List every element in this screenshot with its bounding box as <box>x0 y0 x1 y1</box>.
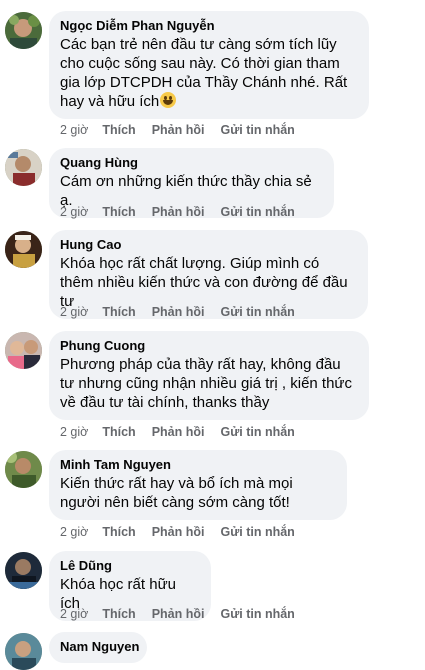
comment-bubble: Phung Cuong Phương pháp của thầy rất hay… <box>49 331 369 420</box>
comment-time[interactable]: 2 giờ <box>60 304 88 320</box>
comment-text: Kiến thức rất hay và bổ ích mà mọi người… <box>60 475 293 511</box>
like-button[interactable]: Thích <box>102 524 135 540</box>
avatar[interactable] <box>5 633 42 670</box>
comment-time[interactable]: 2 giờ <box>60 606 88 622</box>
reply-button[interactable]: Phản hồi <box>152 606 205 622</box>
comment-time[interactable]: 2 giờ <box>60 524 88 540</box>
send-message-button[interactable]: Gửi tin nhắn <box>220 304 294 320</box>
commenter-name[interactable]: Lê Dũng <box>60 557 199 574</box>
like-button[interactable]: Thích <box>102 304 135 320</box>
like-button[interactable]: Thích <box>102 204 135 220</box>
send-message-button[interactable]: Gửi tin nhắn <box>220 606 294 622</box>
reply-button[interactable]: Phản hồi <box>152 204 205 220</box>
avatar[interactable] <box>5 552 42 589</box>
comment-bubble: Minh Tam Nguyen Kiến thức rất hay và bổ … <box>49 450 347 520</box>
comment-text-body: Các bạn trẻ nên đầu tư càng sớm tích lũy… <box>60 36 348 110</box>
reply-button[interactable]: Phản hồi <box>152 524 205 540</box>
send-message-button[interactable]: Gửi tin nhắn <box>220 524 294 540</box>
like-button[interactable]: Thích <box>102 424 135 440</box>
like-button[interactable]: Thích <box>102 122 135 138</box>
commenter-name[interactable]: Minh Tam Nguyen <box>60 456 335 473</box>
avatar[interactable] <box>5 451 42 488</box>
commenter-name[interactable]: Ngọc Diễm Phan Nguyễn <box>60 17 357 34</box>
like-button[interactable]: Thích <box>102 606 135 622</box>
reply-button[interactable]: Phản hồi <box>152 122 205 138</box>
comment-text: Các bạn trẻ nên đầu tư càng sớm tích lũy… <box>60 35 357 111</box>
comment-actions: 2 giờ Thích Phản hồi Gửi tin nhắn <box>60 304 311 320</box>
comment-actions: 2 giờ Thích Phản hồi Gửi tin nhắn <box>60 524 311 540</box>
comment-actions: 2 giờ Thích Phản hồi Gửi tin nhắn <box>60 122 311 138</box>
reply-button[interactable]: Phản hồi <box>152 424 205 440</box>
send-message-button[interactable]: Gửi tin nhắn <box>220 122 294 138</box>
comment-text: Khóa học rất chất lượng. Giúp mình có th… <box>60 255 348 310</box>
send-message-button[interactable]: Gửi tin nhắn <box>220 204 294 220</box>
comment-time[interactable]: 2 giờ <box>60 424 88 440</box>
comment-text: Phương pháp của thầy rất hay, không đầu … <box>60 356 352 411</box>
avatar[interactable] <box>5 332 42 369</box>
avatar[interactable] <box>5 231 42 268</box>
comment-time[interactable]: 2 giờ <box>60 122 88 138</box>
reply-button[interactable]: Phản hồi <box>152 304 205 320</box>
comment-actions: 2 giờ Thích Phản hồi Gửi tin nhắn <box>60 606 311 622</box>
comment-time[interactable]: 2 giờ <box>60 204 88 220</box>
commenter-name[interactable]: Nam Nguyen <box>60 638 139 655</box>
comment-bubble: Nam Nguyen <box>49 632 147 663</box>
comment-actions: 2 giờ Thích Phản hồi Gửi tin nhắn <box>60 204 311 220</box>
comment-actions: 2 giờ Thích Phản hồi Gửi tin nhắn <box>60 424 311 440</box>
send-message-button[interactable]: Gửi tin nhắn <box>220 424 294 440</box>
avatar[interactable] <box>5 149 42 186</box>
smiling-face-icon <box>160 92 177 108</box>
commenter-name[interactable]: Phung Cuong <box>60 337 357 354</box>
comment-bubble: Ngọc Diễm Phan Nguyễn Các bạn trẻ nên đầ… <box>49 11 369 119</box>
commenter-name[interactable]: Quang Hùng <box>60 154 322 171</box>
commenter-name[interactable]: Hung Cao <box>60 236 356 253</box>
avatar[interactable] <box>5 12 42 49</box>
